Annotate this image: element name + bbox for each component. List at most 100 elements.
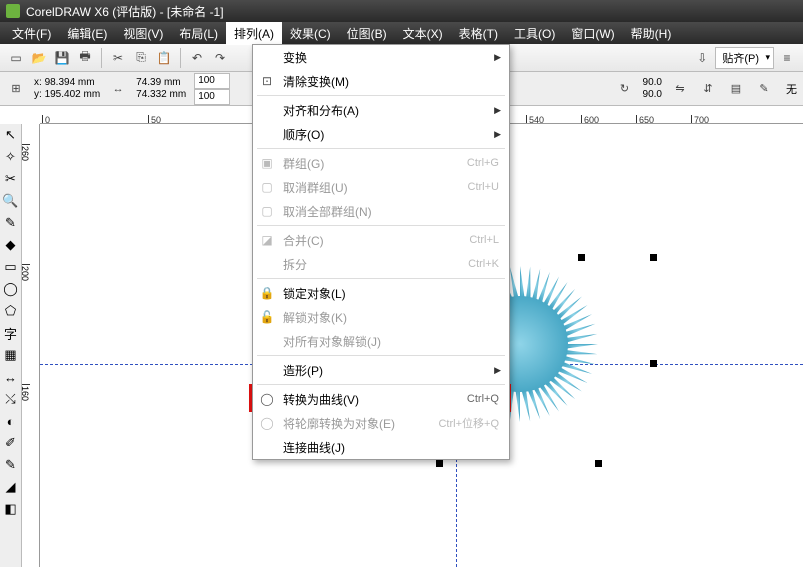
menu-label: 取消全部群组(N) <box>283 203 499 220</box>
menu-item[interactable]: 对齐和分布(A)▶ <box>253 98 509 122</box>
size-icon: ↔ <box>108 79 128 99</box>
freehand-tool-icon[interactable]: ✎ <box>2 214 20 232</box>
menu-item[interactable]: 帮助(H) <box>623 22 680 45</box>
menu-item[interactable]: 位图(B) <box>339 22 395 45</box>
menu-item: 拆分Ctrl+K <box>253 252 509 276</box>
mirror-h-icon[interactable]: ⇋ <box>670 79 690 99</box>
rotate-cw-icon[interactable]: ↻ <box>615 79 635 99</box>
outline-icon[interactable]: ✎ <box>754 79 774 99</box>
position-readout: x: 98.394 mm y: 195.402 mm <box>34 77 100 101</box>
snap-dropdown[interactable]: 贴齐(P) <box>715 47 774 69</box>
menu-item[interactable]: 编辑(E) <box>59 22 115 45</box>
eyedropper-tool-icon[interactable]: ✐ <box>2 434 20 452</box>
print-icon[interactable]: 🖶 <box>75 48 95 68</box>
shape-tool-icon[interactable]: ✧ <box>2 148 20 166</box>
menu-item[interactable]: 造形(P)▶ <box>253 358 509 382</box>
selection-handle[interactable] <box>595 460 602 467</box>
menu-label: 合并(C) <box>283 232 469 249</box>
menu-icon: ▢ <box>259 180 275 194</box>
effects-tool-icon[interactable]: ◐ <box>2 412 20 430</box>
submenu-arrow-icon: ▶ <box>494 52 501 63</box>
selection-handle[interactable] <box>436 460 443 467</box>
menu-item[interactable]: 窗口(W) <box>563 22 622 45</box>
save-icon[interactable]: 💾 <box>52 48 72 68</box>
menu-item[interactable]: 文本(X) <box>395 22 451 45</box>
zoom-tool-icon[interactable]: 🔍 <box>2 192 20 210</box>
interactive-fill-icon[interactable]: ◧ <box>2 500 20 518</box>
pick-tool-icon[interactable]: ↖ <box>2 126 20 144</box>
fill-tool-icon[interactable]: ◢ <box>2 478 20 496</box>
menu-item[interactable]: 布局(L) <box>171 22 226 45</box>
menu-item[interactable]: ⊡清除变换(M) <box>253 69 509 93</box>
menu-icon: ⊡ <box>259 74 275 88</box>
toolbox: ↖ ✧ ✂ 🔍 ✎ ◆ ▭ ◯ ⬠ 字 ▦ ↔ ⤯ ◐ ✐ ✎ ◢ ◧ <box>0 124 22 567</box>
selection-handle[interactable] <box>578 254 585 261</box>
selection-handle[interactable] <box>650 254 657 261</box>
connector-tool-icon[interactable]: ⤯ <box>2 390 20 408</box>
menu-icon: 🔒 <box>259 286 275 300</box>
menu-item[interactable]: 顺序(O)▶ <box>253 122 509 146</box>
menu-item[interactable]: 视图(V) <box>115 22 171 45</box>
menu-item: ▢取消群组(U)Ctrl+U <box>253 175 509 199</box>
menu-icon: ◯ <box>259 392 275 406</box>
redo-icon[interactable]: ↷ <box>210 48 230 68</box>
menu-item[interactable]: 表格(T) <box>451 22 506 45</box>
position-icon: ⊞ <box>6 79 26 99</box>
polygon-tool-icon[interactable]: ⬠ <box>2 302 20 320</box>
menu-item[interactable]: 文件(F) <box>4 22 59 45</box>
menubar: 文件(F)编辑(E)视图(V)布局(L)排列(A)效果(C)位图(B)文本(X)… <box>0 22 803 44</box>
menu-shortcut: Ctrl+Q <box>467 393 499 405</box>
app-logo <box>6 4 20 18</box>
mirror-v-icon[interactable]: ⇵ <box>698 79 718 99</box>
menu-item[interactable]: 🔒 锁定对象(L) <box>253 281 509 305</box>
menu-item: 对所有对象解锁(J) <box>253 329 509 353</box>
menu-icon: ◪ <box>259 233 275 247</box>
menu-icon: ▢ <box>259 204 275 218</box>
titlebar: CorelDRAW X6 (评估版) - [未命名 -1] <box>0 0 803 22</box>
cut-icon[interactable]: ✂ <box>108 48 128 68</box>
menu-icon: ◯ <box>259 416 275 430</box>
selection-handle[interactable] <box>650 360 657 367</box>
menu-item[interactable]: 连接曲线(J) <box>253 435 509 459</box>
menu-label: 锁定对象(L) <box>283 285 499 302</box>
arrange-menu-dropdown: 变换▶⊡清除变换(M)对齐和分布(A)▶顺序(O)▶▣群组(G)Ctrl+G▢取… <box>252 44 510 460</box>
crop-tool-icon[interactable]: ✂ <box>2 170 20 188</box>
paste-icon[interactable]: 📋 <box>154 48 174 68</box>
copy-icon[interactable]: ⎘ <box>131 48 151 68</box>
menu-item: 🔓解锁对象(K) <box>253 305 509 329</box>
submenu-arrow-icon: ▶ <box>494 129 501 140</box>
undo-icon[interactable]: ↶ <box>187 48 207 68</box>
menu-item[interactable]: 效果(C) <box>282 22 339 45</box>
rotation-readout: 90.0 90.0 <box>643 77 662 101</box>
menu-label: 对齐和分布(A) <box>283 102 499 119</box>
scale-readout: 100 100 <box>194 73 230 105</box>
menu-label: 造形(P) <box>283 362 499 379</box>
smart-fill-icon[interactable]: ◆ <box>2 236 20 254</box>
menu-item[interactable]: 变换▶ <box>253 45 509 69</box>
menu-shortcut: Ctrl+U <box>468 181 499 193</box>
options-icon[interactable]: ≡ <box>777 48 797 68</box>
open-icon[interactable]: 📂 <box>29 48 49 68</box>
menu-item[interactable]: 工具(O) <box>506 22 563 45</box>
docker-icon[interactable]: ▤ <box>726 79 746 99</box>
menu-icon: 🔓 <box>259 310 275 324</box>
fill-label: 无 <box>786 81 797 97</box>
menu-label: 转换为曲线(V) <box>283 391 467 408</box>
menu-item: ◪合并(C)Ctrl+L <box>253 228 509 252</box>
dimension-tool-icon[interactable]: ↔ <box>2 368 20 386</box>
new-icon[interactable]: ▭ <box>6 48 26 68</box>
table-tool-icon[interactable]: ▦ <box>2 346 20 364</box>
import-icon[interactable]: ⇩ <box>692 48 712 68</box>
menu-item[interactable]: 排列(A) <box>226 22 282 45</box>
ellipse-tool-icon[interactable]: ◯ <box>2 280 20 298</box>
text-tool-icon[interactable]: 字 <box>2 324 20 342</box>
menu-label: 将轮廓转换为对象(E) <box>283 415 438 432</box>
rectangle-tool-icon[interactable]: ▭ <box>2 258 20 276</box>
menu-icon: ▣ <box>259 156 275 170</box>
menu-shortcut: Ctrl+K <box>468 258 499 270</box>
menu-label: 群组(G) <box>283 155 467 172</box>
outline-tool-icon[interactable]: ✎ <box>2 456 20 474</box>
menu-item[interactable]: ◯ 转换为曲线(V)Ctrl+Q <box>253 387 509 411</box>
menu-shortcut: Ctrl+G <box>467 157 499 169</box>
menu-item: ▣ 群组(G)Ctrl+G <box>253 151 509 175</box>
